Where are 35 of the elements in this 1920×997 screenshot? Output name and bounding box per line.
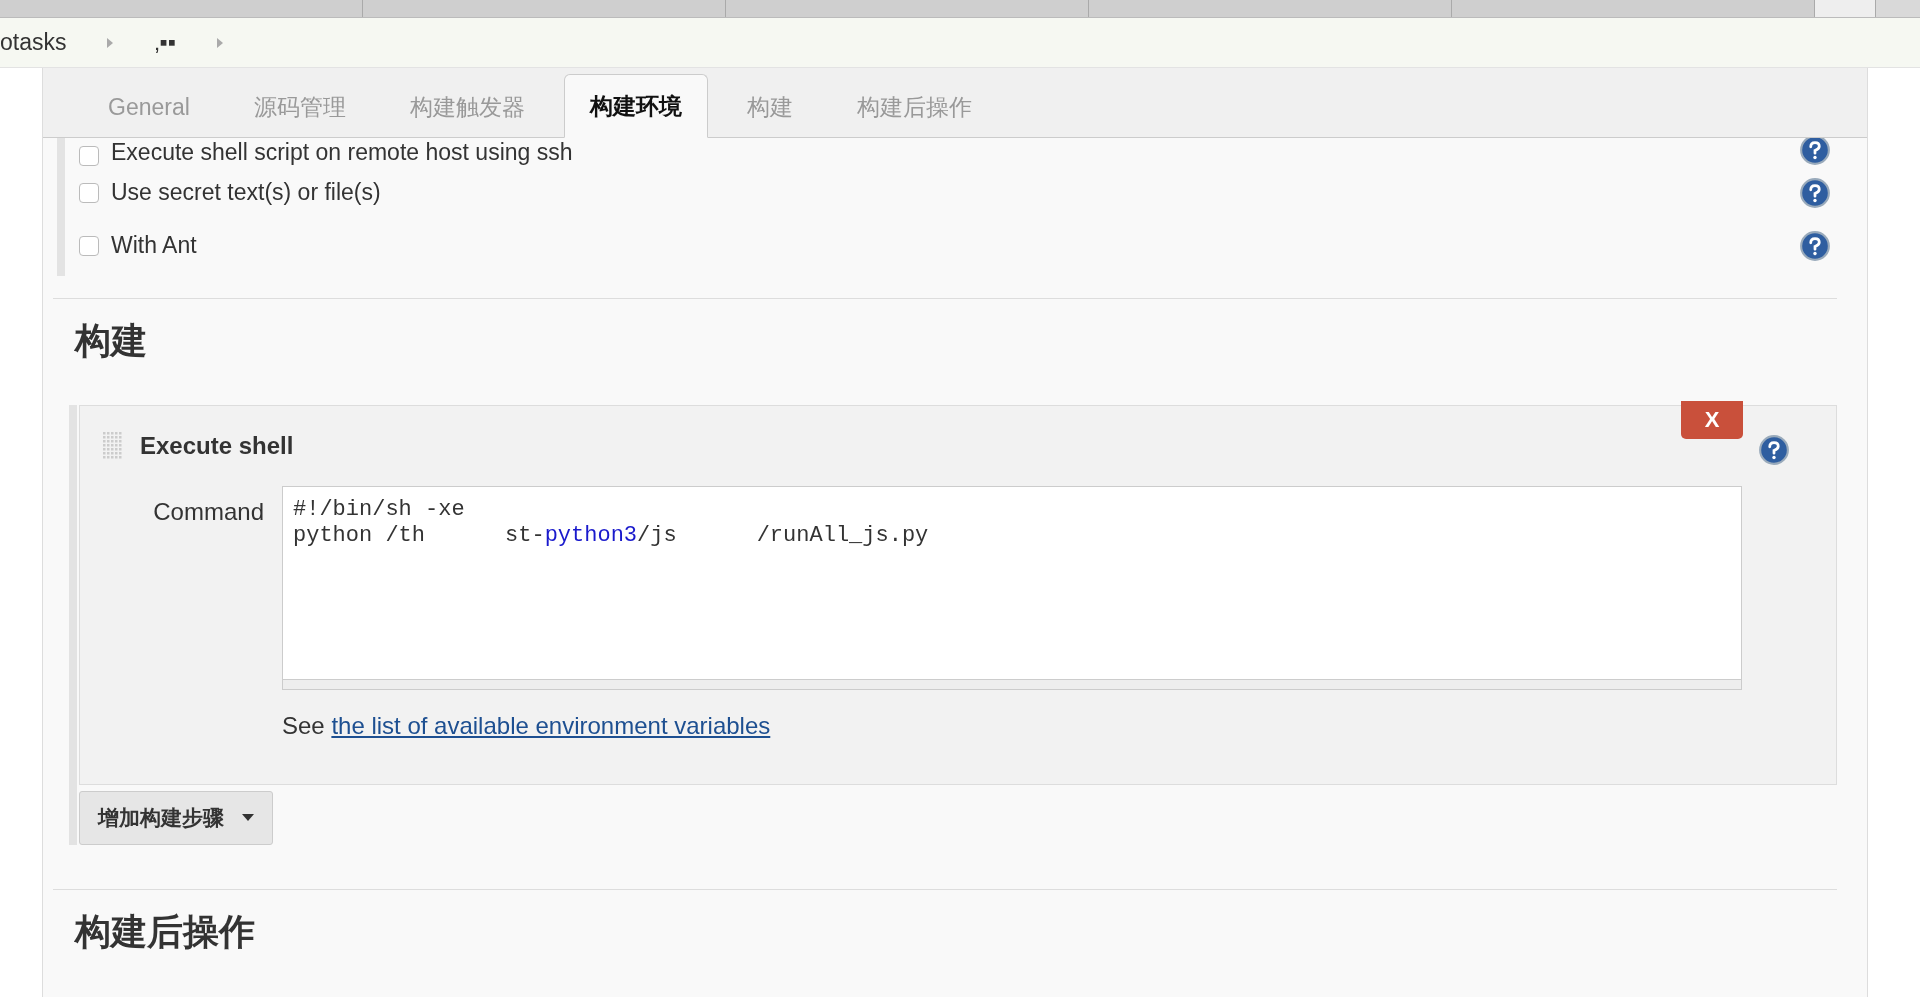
option-label: Execute shell script on remote host using ssh	[111, 139, 574, 166]
add-build-step-button[interactable]: 增加构建步骤	[79, 791, 273, 845]
browser-tab[interactable]	[0, 0, 363, 17]
breadcrumb-link[interactable]: ‚▪▪	[154, 29, 176, 56]
chevron-icon	[215, 36, 224, 49]
config-tab[interactable]: 构建环境	[563, 74, 708, 138]
browser-tab[interactable]	[363, 0, 726, 17]
step-title: Execute shell	[140, 432, 294, 460]
resize-handle[interactable]	[283, 679, 1741, 689]
checkbox[interactable]	[79, 182, 99, 203]
caret-icon	[242, 814, 254, 822]
help-icon[interactable]	[1799, 176, 1831, 209]
field-label: Command	[152, 497, 264, 527]
command-field[interactable]: #!/bin/sh -xe python /th st-python3/js /runAll_js.py	[282, 486, 1742, 690]
checkbox[interactable]	[79, 146, 99, 166]
command-text: /runAll_js.py	[756, 523, 929, 548]
checkbox[interactable]	[79, 235, 99, 256]
chevron-icon	[106, 36, 115, 49]
delete-button[interactable]: X	[1681, 401, 1743, 439]
env-variables-link[interactable]: the list of available environment variables	[331, 712, 771, 739]
option-label: With Ant	[111, 232, 198, 259]
section-title: 构建后操作	[75, 910, 256, 954]
browser-tab[interactable]	[1815, 0, 1876, 17]
browser-tab[interactable]	[1089, 0, 1452, 17]
option-label: Use secret text(s) or file(s)	[111, 179, 382, 206]
section-title: 构建	[75, 319, 148, 363]
drag-handle-icon[interactable]	[102, 431, 124, 461]
help-icon[interactable]	[1799, 229, 1831, 262]
command-text: st-	[505, 523, 545, 548]
hint-text: See the list of available environment variables	[282, 712, 771, 739]
help-icon[interactable]	[1758, 434, 1790, 466]
browser-tab[interactable]	[1452, 0, 1815, 17]
breadcrumb-link[interactable]: otasks	[0, 29, 67, 56]
help-icon[interactable]	[1799, 138, 1831, 166]
browser-tab[interactable]	[726, 0, 1089, 17]
